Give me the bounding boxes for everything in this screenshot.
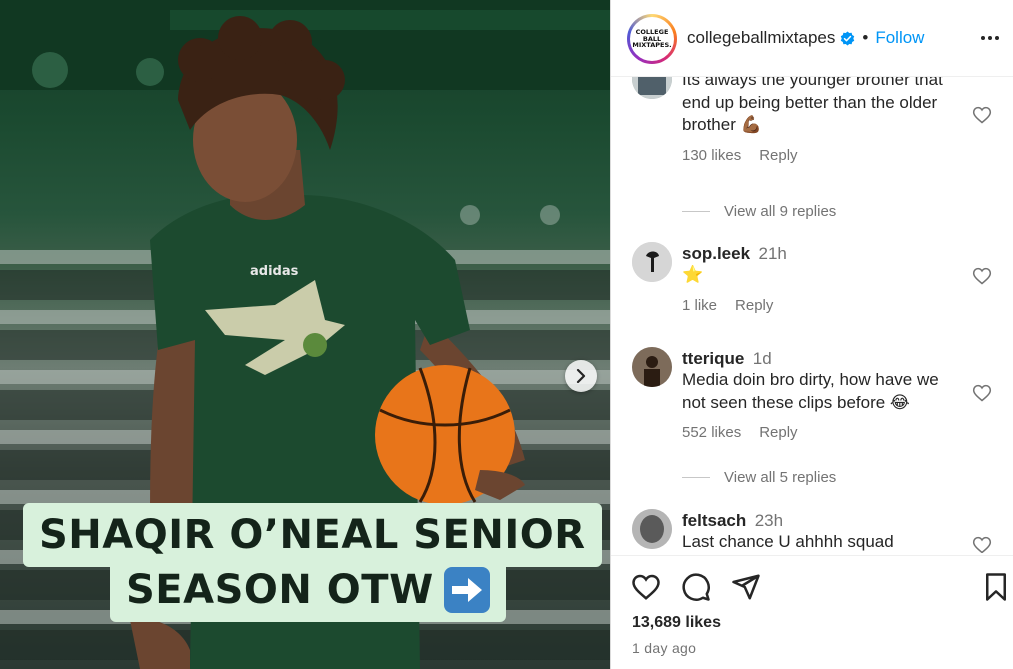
comment-like-heart-icon[interactable] [972,266,992,286]
comment-body: Its always the younger brother that end … [682,77,962,164]
comment-like-heart-icon[interactable] [972,105,992,125]
avatar-logo-line3: MIXTAPES. [632,41,672,50]
svg-text:adidas: adidas [250,264,299,279]
avatar-logo: COLLEGE BALL MIXTAPES. [630,17,674,61]
comment-text: Media doin bro dirty, how have we not se… [682,370,939,412]
view-replies-button[interactable]: View all 9 replies [682,203,836,220]
comment-username[interactable]: sop.leek [682,244,750,263]
view-replies-line [682,211,710,212]
commenter-avatar[interactable] [632,509,672,549]
reply-button[interactable]: Reply [759,424,797,441]
comment-likes[interactable]: 1 like [682,297,717,314]
view-replies-button[interactable]: View all 5 replies [682,469,836,486]
post-header: COLLEGE BALL MIXTAPES. collegeballmixtap… [611,0,1013,77]
follow-button[interactable]: Follow [875,28,924,48]
post-timestamp[interactable]: 1 day ago [632,640,696,656]
account-username[interactable]: collegeballmixtapes [687,28,835,48]
comment-like-heart-icon[interactable] [972,383,992,403]
commenter-avatar[interactable] [632,242,672,282]
comment-text: Last chance U ahhhh squad [682,532,894,551]
comment-likes[interactable]: 130 likes [682,147,741,164]
comment-body: tterique 1d Media doin bro dirty, how ha… [682,349,962,441]
reply-button[interactable]: Reply [759,147,797,164]
heart-icon[interactable] [631,572,661,602]
send-icon[interactable] [731,572,761,602]
commenter-avatar[interactable] [632,77,672,99]
header-user-row: collegeballmixtapes • Follow [687,28,924,48]
comment-time[interactable]: 21h [759,244,787,263]
view-replies-label: View all 9 replies [724,203,837,220]
comment-time[interactable]: 23h [755,511,783,530]
post-media: adidas SHAQIR O’NEAL SENIOR SEASON OTW [0,0,610,669]
next-slide-button[interactable] [565,360,597,392]
comment-body: feltsach 23h Last chance U ahhhh squad [682,511,962,553]
bookmark-icon[interactable] [981,572,1011,602]
reply-button[interactable]: Reply [735,297,773,314]
caption-line2-text: SEASON OTW [126,567,434,613]
comment-like-heart-icon[interactable] [972,535,992,553]
comment-time[interactable]: 1d [753,349,772,368]
comment-text: ⭐ [682,265,704,284]
view-replies-line [682,477,710,478]
verified-badge-icon [841,30,855,46]
comment-body: sop.leek 21h ⭐ 1 like Reply [682,244,962,314]
post-details-panel: COLLEGE BALL MIXTAPES. collegeballmixtap… [610,0,1013,669]
view-replies-label: View all 5 replies [724,469,837,486]
commenter-avatar[interactable] [632,347,672,387]
more-options-icon[interactable] [978,26,1002,50]
account-avatar[interactable]: COLLEGE BALL MIXTAPES. [627,14,677,64]
right-arrow-emoji-icon [443,567,490,613]
comment-meta: 552 likes Reply [682,424,962,441]
caption-line1-text: SHAQIR O’NEAL SENIOR [39,512,586,558]
comment-icon[interactable] [681,572,711,602]
header-separator: • [862,28,869,47]
comment-likes[interactable]: 552 likes [682,424,741,441]
caption-line2: SEASON OTW [110,558,506,622]
comment-text: Its always the younger brother that end … [682,77,943,134]
comment-meta: 130 likes Reply [682,147,962,164]
comment-username[interactable]: feltsach [682,511,746,530]
post-likes-count[interactable]: 13,689 likes [632,614,721,632]
comment-username[interactable]: tterique [682,349,744,368]
comment-meta: 1 like Reply [682,297,962,314]
chevron-right-icon [576,369,586,383]
comments-list[interactable]: Its always the younger brother that end … [611,77,1013,553]
